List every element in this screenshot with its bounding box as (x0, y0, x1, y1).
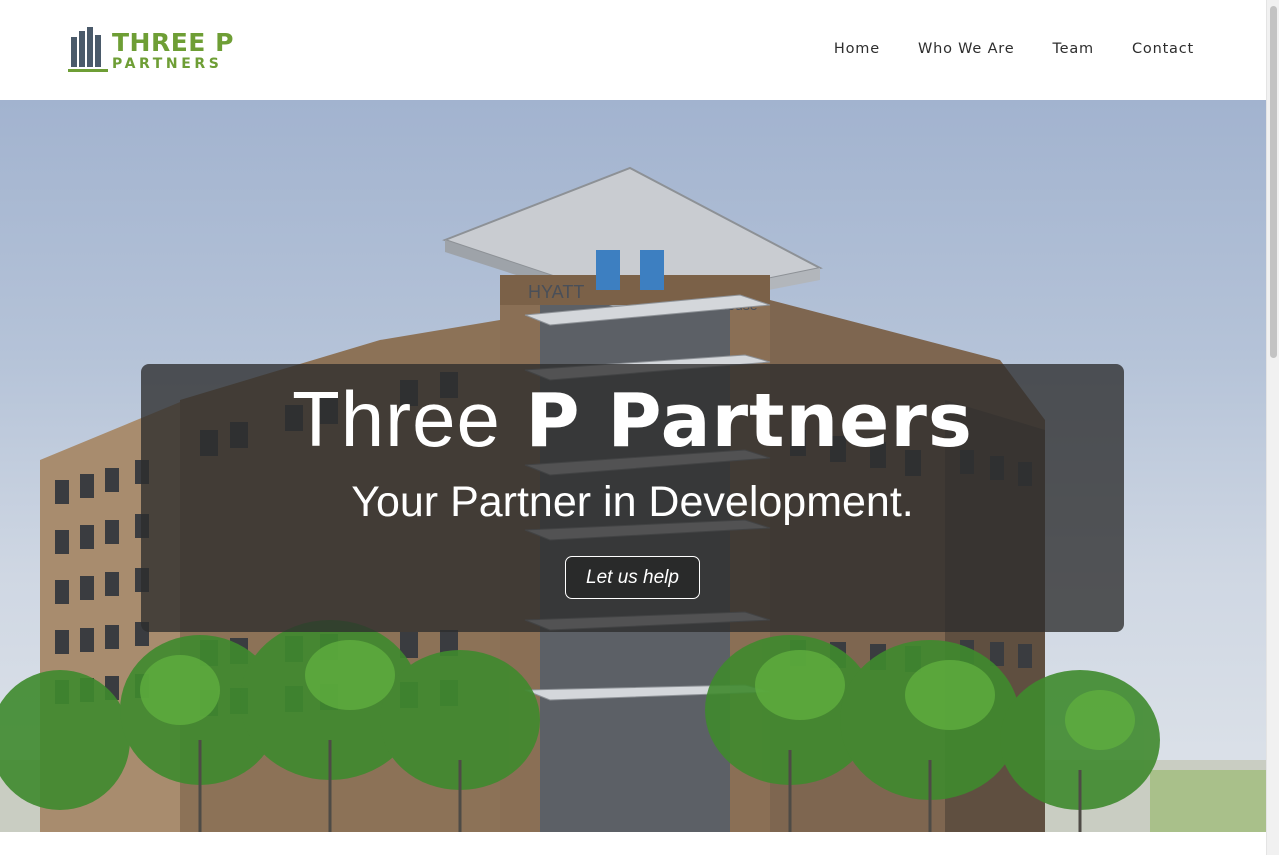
site-header: THREE P PARTNERS Home Who We Are Team Co… (0, 0, 1266, 100)
hero-title: Three P Partners (141, 374, 1124, 466)
hero-subtitle: Your Partner in Development. (351, 478, 914, 526)
page-bottom-strip (0, 832, 1266, 855)
logo-text: THREE P PARTNERS (112, 30, 234, 71)
hero-title-light: Three (292, 375, 501, 463)
vertical-scrollbar[interactable] (1266, 0, 1279, 855)
nav-who-we-are[interactable]: Who We Are (918, 41, 1015, 57)
main-nav: Home Who We Are Team Contact (834, 41, 1194, 57)
hero-section: HYATT HYATT house (0, 100, 1266, 832)
logo-line-1: THREE P (112, 27, 234, 57)
hyatt-sign-left: HYATT (528, 282, 584, 302)
hero-overlay-box: Three P Partners Your Partner in Develop… (141, 364, 1124, 632)
hero-title-bold: P Partners (525, 378, 973, 464)
let-us-help-button[interactable]: Let us help (565, 556, 700, 599)
page: THREE P PARTNERS Home Who We Are Team Co… (0, 0, 1279, 855)
building-columns-icon (68, 27, 108, 72)
logo-line-2: PARTNERS (112, 55, 223, 72)
nav-home[interactable]: Home (834, 41, 880, 57)
nav-team[interactable]: Team (1052, 41, 1094, 57)
scrollbar-thumb[interactable] (1270, 6, 1277, 358)
logo[interactable]: THREE P PARTNERS (68, 27, 234, 73)
nav-contact[interactable]: Contact (1132, 41, 1194, 57)
